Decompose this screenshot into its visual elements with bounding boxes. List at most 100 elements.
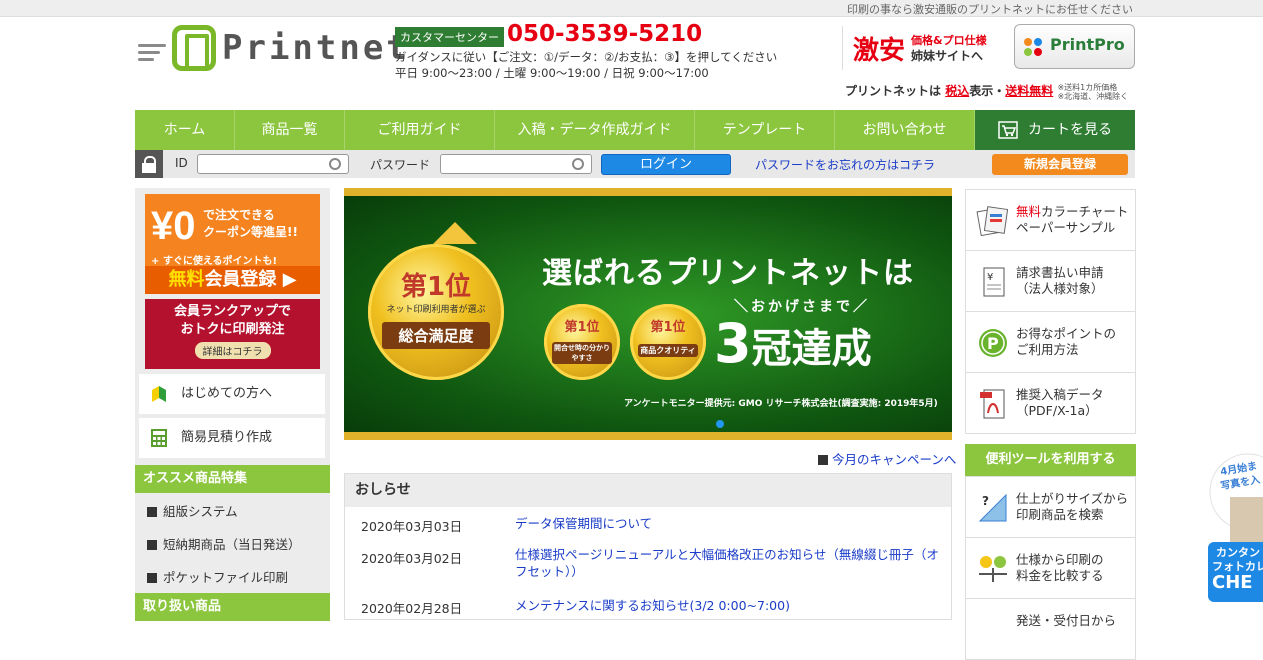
nav-contact[interactable]: お問い合わせ — [835, 110, 975, 150]
rankup-line2: おトクに印刷発注 — [180, 322, 285, 337]
main-nav: ホーム 商品一覧 ご利用ガイド 入稿・データ作成ガイド テンプレート お問い合わ… — [135, 110, 1135, 150]
point-icon: P — [979, 329, 1007, 357]
price-compare-link[interactable]: 仕様から印刷の 料金を比較する — [965, 537, 1136, 599]
news-link[interactable]: メンテナンスに関するお知らせ(3/2 0:00~7:00) — [515, 597, 950, 614]
tagline: 印刷の事なら激安通販のプリントネットにお任せください — [847, 3, 1133, 16]
hero-banner[interactable]: 第1位 ネット印刷利用者が選ぶ 総合満足度 第1位 開合せ時の分かりやすさ 第1… — [344, 188, 952, 440]
banner1-line3: + すぐに使えるポイントも! — [151, 256, 278, 267]
free-shipping: 送料無料 — [1005, 84, 1054, 98]
tax-notice: プリントネットは 税込表示・送料無料 ※送料1カ所価格 ※北海道、沖縄除く — [845, 82, 1128, 101]
rankup-banner[interactable]: 会員ランクアップで おトクに印刷発注 詳細はコチラ — [145, 299, 320, 369]
tax-note2: ※北海道、沖縄除く — [1057, 91, 1129, 101]
price-compare-icon — [979, 556, 1007, 582]
price-compare-line2: 料金を比較する — [1016, 568, 1104, 583]
nav-data-guide[interactable]: 入稿・データ作成ガイド — [495, 110, 695, 150]
points-link[interactable]: P お得なポイントの ご利用方法 — [965, 311, 1136, 373]
register-button[interactable]: 新規会員登録 — [992, 154, 1128, 175]
invoice-link[interactable]: ¥ 請求書払い申請 （法人様対象） — [965, 250, 1136, 312]
tax-mid: 表示・ — [969, 84, 1006, 98]
estimate-button[interactable]: 簡易見積り作成 — [139, 418, 325, 458]
login-bar: ID パスワード ログイン パスワードをお忘れの方はコチラ 新規会員登録 — [135, 150, 1135, 178]
estimate-label: 簡易見積り作成 — [181, 430, 273, 445]
medal-overall: 第1位 ネット印刷利用者が選ぶ 総合満足度 — [368, 244, 504, 380]
shipping-date-text: 発送・受付日から — [1016, 613, 1116, 629]
nav-products[interactable]: 商品一覧 — [235, 110, 345, 150]
shipping-date-line1: 発送・受付日から — [1016, 613, 1117, 628]
printnet-logo[interactable]: Printnet — [138, 22, 407, 74]
news-date: 2020年03月03日 — [361, 519, 463, 534]
nav-template[interactable]: テンプレート — [695, 110, 835, 150]
printpro-logo-icon — [1024, 38, 1044, 58]
size-search-link[interactable]: ? 仕上がりサイズから 印刷商品を検索 — [965, 476, 1136, 538]
medal-quality: 第1位 商品クオリティ — [630, 304, 706, 380]
hero-title: 選ばれるプリントネットは — [542, 256, 914, 291]
left-sidebar: ¥0 で注文できる クーポン等進呈!! + すぐに使えるポイントも! 無料会員登録… — [135, 188, 330, 621]
nav-home[interactable]: ホーム — [135, 110, 235, 150]
invoice-text: 請求書払い申請 （法人様対象） — [1016, 265, 1104, 297]
shipping-date-link[interactable]: 発送・受付日から — [965, 598, 1136, 660]
forgot-password-link[interactable]: パスワードをお忘れの方はコチラ — [755, 156, 935, 173]
calculator-icon — [151, 429, 167, 447]
color-chart-text: 無料カラーチャート ペーパーサンプル — [1016, 204, 1128, 236]
link-typesetting[interactable]: 組版システム — [147, 501, 238, 520]
banner1-text: で注文できる クーポン等進呈!! — [203, 207, 298, 241]
color-chart-icon — [976, 206, 1009, 237]
id-input[interactable] — [197, 154, 349, 174]
link-pocket-file[interactable]: ポケットファイル印刷 — [147, 567, 288, 586]
logo-lines — [138, 44, 166, 65]
coupon-banner[interactable]: ¥0 で注文できる クーポン等進呈!! + すぐに使えるポイントも! 無料会員登録… — [145, 194, 320, 294]
nav-guide[interactable]: ご利用ガイド — [345, 110, 495, 150]
products-heading: 取り扱い商品 — [135, 593, 330, 621]
points-line1: お得なポイントの — [1016, 326, 1117, 341]
svg-text:¥: ¥ — [987, 272, 993, 283]
medal-quality-label: 商品クオリティ — [637, 344, 699, 357]
id-eye-icon[interactable] — [329, 158, 341, 170]
cart-button[interactable]: カートを見る — [975, 110, 1135, 150]
printpro-label: PrintPro — [1050, 35, 1125, 54]
phone-number[interactable]: 050-3539-5210 — [507, 21, 702, 47]
lock-icon — [135, 150, 163, 178]
tax-notes: ※送料1カ所価格 ※北海道、沖縄除く — [1057, 83, 1128, 101]
contact-guidance: ガイダンスに従い【ご注文：①/データ：②/お支払：③】を押してください 平日 9… — [395, 49, 777, 81]
news-link[interactable]: 仕様選択ページリニューアルと大幅価格改正のお知らせ（無線綴じ冊子（オフセット）） — [515, 546, 950, 580]
register-label: 会員登録 — [204, 269, 277, 290]
svg-text:P: P — [987, 334, 999, 353]
pdf-line1: 推奨入稿データ — [1016, 387, 1104, 402]
first-time-button[interactable]: はじめての方へ — [139, 374, 325, 414]
color-chart-line2: ペーパーサンプル — [1016, 220, 1116, 235]
news-date: 2020年02月28日 — [361, 601, 463, 616]
printpro-button[interactable]: PrintPro — [1014, 24, 1135, 69]
carousel-dot[interactable] — [716, 420, 724, 428]
pdf-link[interactable]: 推奨入稿データ （PDF/X-1a） — [965, 372, 1136, 434]
crown-icon — [433, 222, 477, 244]
pdf-icon — [980, 389, 1005, 419]
size-search-line1: 仕上がりサイズから — [1016, 491, 1129, 506]
pdf-text: 推奨入稿データ （PDF/X-1a） — [1016, 387, 1104, 419]
color-chart-link[interactable]: 無料カラーチャート ペーパーサンプル — [965, 189, 1136, 251]
password-input[interactable] — [440, 154, 592, 174]
hero-big-text: 3冠達成 — [714, 312, 872, 375]
cart-label: カートを見る — [1028, 122, 1112, 138]
calendar-side-ad[interactable]: 4月始ま 写真を入 カンタン フォトカレ CHE — [1208, 452, 1263, 604]
password-eye-icon[interactable] — [572, 158, 584, 170]
campaign-link[interactable]: 今月のキャンペーンへ — [818, 449, 956, 468]
banner1-line1: で注文できる — [203, 208, 275, 222]
news-panel: おしらせ 2020年03月03日 データ保管期間について 2020年03月02日… — [344, 473, 952, 620]
sister-site-link[interactable]: 激安 価格&プロ仕様 姉妹サイトへ — [842, 26, 1002, 70]
news-date: 2020年03月02日 — [361, 551, 463, 566]
medal-overall-rank: 第1位 — [400, 272, 472, 302]
top-bar: 印刷の事なら激安通販のプリントネットにお任せください — [0, 0, 1263, 17]
points-line2: ご利用方法 — [1016, 342, 1079, 357]
tools-heading: 便利ツールを利用する — [965, 444, 1136, 476]
pdf-line2: （PDF/X-1a） — [1016, 403, 1098, 418]
news-link[interactable]: データ保管期間について — [515, 515, 950, 532]
free-register-cta: 無料会員登録 ▶ — [145, 266, 320, 294]
hero-crown-text: 冠達成 — [751, 326, 872, 372]
logo-text: Printnet — [222, 28, 410, 68]
yen-zero: ¥0 — [151, 204, 196, 248]
cart-icon — [998, 121, 1018, 139]
login-button[interactable]: ログイン — [601, 154, 731, 175]
guidance-text: ガイダンスに従い【ご注文：①/データ：②/お支払：③】を押してください — [395, 50, 778, 64]
link-short-delivery[interactable]: 短納期商品（当日発送） — [147, 534, 301, 553]
side-ad-l5: CHE — [1212, 572, 1253, 593]
